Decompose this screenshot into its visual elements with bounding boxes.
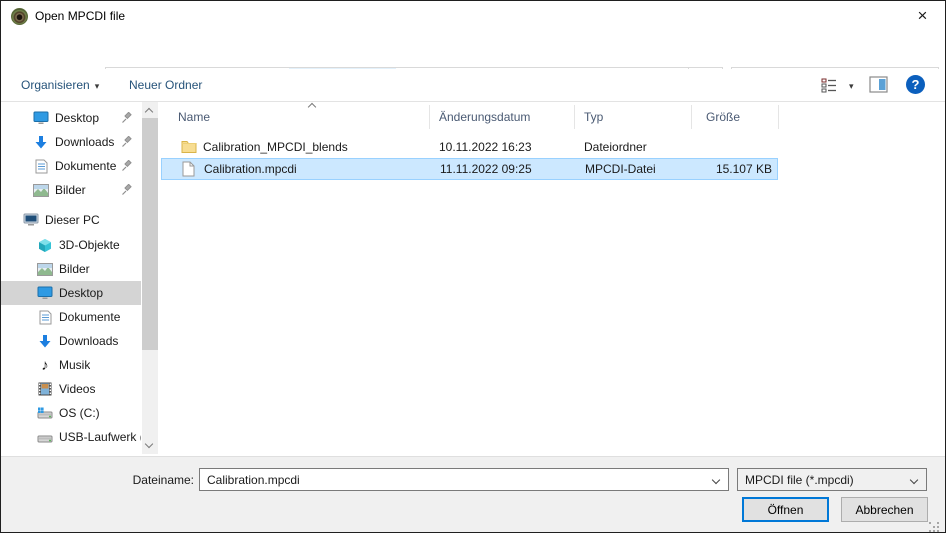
sidebar-item-pictures[interactable]: Bilder (1, 257, 141, 281)
filetype-value: MPCDI file (*.mpcdi) (745, 473, 854, 487)
column-header-modified[interactable]: Änderungsdatum (439, 110, 530, 124)
file-row-selected[interactable]: Calibration.mpcdi 11.11.2022 09:25 MPCDI… (161, 158, 778, 180)
file-row-folder[interactable]: Calibration_MPCDI_blends 10.11.2022 16:2… (161, 136, 778, 158)
folder-icon (181, 139, 197, 155)
organize-caret-icon: ▾ (95, 81, 100, 91)
help-button[interactable]: ? (906, 75, 925, 94)
usb-drive-icon (37, 429, 53, 445)
column-header-size[interactable]: Größe (706, 110, 740, 124)
filetype-select[interactable]: MPCDI file (*.mpcdi) (737, 468, 927, 491)
close-icon[interactable]: × (900, 1, 945, 31)
command-toolbar: Organisieren▾ Neuer Ordner ▾ ? (1, 69, 945, 102)
change-view-button[interactable]: ▾ (821, 77, 859, 95)
sidebar-scrollbar[interactable] (142, 102, 158, 454)
view-caret-icon: ▾ (849, 81, 854, 92)
open-button[interactable]: Öffnen (742, 497, 829, 522)
column-headers: Name Änderungsdatum Typ Größe (161, 102, 778, 132)
desktop-icon (37, 285, 53, 301)
pin-icon (121, 184, 133, 196)
navigation-bar: ← → ↑ › Dieser PC › Desktop › Watchout_E… (1, 31, 945, 69)
sidebar-item-documents[interactable]: Dokumente (1, 305, 141, 329)
document-icon (33, 158, 49, 174)
new-folder-button[interactable]: Neuer Ordner (129, 78, 202, 92)
dialog-footer: Dateiname: Calibration.mpcdi MPCDI file … (1, 456, 945, 533)
navigation-pane: Desktop Downloads Dokumente Bilder Diese… (1, 102, 161, 456)
pin-icon (121, 112, 133, 124)
filename-dropdown-chevron-icon[interactable] (712, 476, 720, 484)
sidebar-item-3d-objects[interactable]: 3D-Objekte (1, 233, 141, 257)
video-icon (37, 381, 53, 397)
preview-pane-button[interactable] (869, 76, 889, 94)
pictures-icon (37, 261, 53, 277)
sidebar-item-documents-quick[interactable]: Dokumente (1, 154, 141, 178)
scroll-up-icon[interactable] (145, 108, 153, 116)
os-drive-icon (37, 405, 53, 421)
file-list: Name Änderungsdatum Typ Größe Calibratio… (161, 102, 946, 456)
sidebar-item-usb-drive[interactable]: USB-Laufwerk (D (1, 425, 141, 449)
scroll-down-icon[interactable] (145, 440, 153, 448)
scrollbar-thumb[interactable] (142, 118, 158, 350)
app-eye-icon (11, 8, 28, 25)
organize-button[interactable]: Organisieren▾ (21, 78, 99, 92)
sidebar-item-desktop[interactable]: Desktop (1, 281, 141, 305)
sidebar-item-pictures-quick[interactable]: Bilder (1, 178, 141, 202)
desktop-icon (33, 110, 49, 126)
window-title: Open MPCDI file (35, 9, 125, 23)
column-header-name[interactable]: Name (178, 110, 210, 124)
filename-input[interactable]: Calibration.mpcdi (199, 468, 729, 491)
sort-ascending-icon (308, 103, 316, 111)
filetype-dropdown-chevron-icon (910, 476, 918, 484)
document-icon (37, 309, 53, 325)
resize-grip[interactable] (929, 522, 931, 524)
help-question-icon: ? (912, 77, 920, 92)
filename-label: Dateiname: (81, 473, 194, 487)
cancel-button[interactable]: Abbrechen (841, 497, 928, 522)
computer-icon (23, 212, 39, 228)
download-icon (37, 333, 53, 349)
sidebar-item-videos[interactable]: Videos (1, 377, 141, 401)
3d-objects-icon (37, 237, 53, 253)
sidebar-item-desktop-quick[interactable]: Desktop (1, 106, 141, 130)
sidebar-item-downloads-quick[interactable]: Downloads (1, 130, 141, 154)
download-icon (33, 134, 49, 150)
music-icon: ♪ (37, 357, 53, 373)
filename-value: Calibration.mpcdi (207, 473, 300, 487)
pin-icon (121, 160, 133, 172)
title-bar: Open MPCDI file × (1, 1, 945, 31)
pictures-icon (33, 182, 49, 198)
sidebar-item-downloads[interactable]: Downloads (1, 329, 141, 353)
pin-icon (121, 136, 133, 148)
open-file-dialog: Open MPCDI file × ← → ↑ › Dieser PC › De… (0, 0, 946, 533)
file-icon (182, 161, 198, 177)
sidebar-item-music[interactable]: ♪ Musik (1, 353, 141, 377)
sidebar-item-this-pc[interactable]: Dieser PC (1, 208, 141, 232)
sidebar-item-os-drive[interactable]: OS (C:) (1, 401, 141, 425)
details-view-icon (821, 77, 838, 93)
preview-pane-icon (869, 76, 888, 93)
column-header-type[interactable]: Typ (584, 110, 603, 124)
